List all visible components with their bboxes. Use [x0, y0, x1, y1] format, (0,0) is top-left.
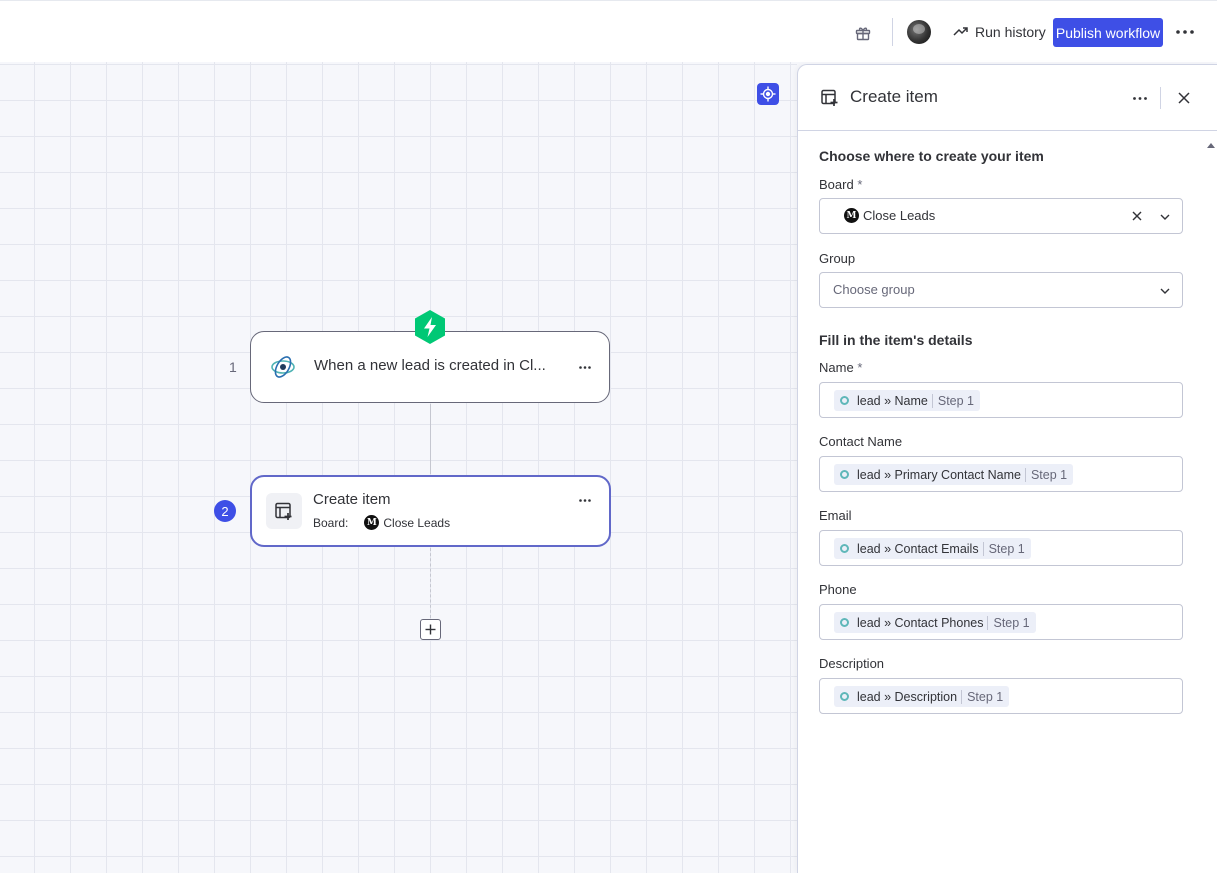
more-options-icon[interactable]: [1175, 22, 1195, 42]
contact-name-field[interactable]: lead » Primary Contact Name Step 1: [819, 456, 1183, 492]
add-step-button[interactable]: [420, 619, 441, 640]
publish-workflow-button[interactable]: Publish workflow: [1053, 18, 1163, 47]
board-logo-icon: M: [364, 515, 380, 530]
board-logo-icon: M: [844, 208, 859, 223]
group-select[interactable]: Choose group: [819, 272, 1183, 308]
trend-icon: [953, 24, 969, 40]
create-item-node[interactable]: Create item: [250, 475, 611, 547]
close-crm-icon: [840, 692, 849, 701]
create-item-panel: Create item Choose where to create your …: [797, 64, 1217, 873]
clear-icon[interactable]: [1130, 209, 1144, 223]
email-field-label: Email: [819, 508, 852, 523]
group-field-label: Group: [819, 251, 856, 266]
description-field[interactable]: lead » Description Step 1: [819, 678, 1183, 714]
trigger-node-title: When a new lead is created in Cl...: [314, 357, 546, 374]
variable-token[interactable]: lead » Primary Contact Name Step 1: [834, 464, 1074, 485]
create-item-icon: [820, 88, 840, 108]
name-field-label: Name *: [819, 360, 863, 375]
toolbar-divider: [892, 18, 893, 46]
group-select-placeholder: Choose group: [833, 282, 915, 297]
connector-line: [430, 404, 431, 474]
node-more-icon[interactable]: [576, 491, 594, 509]
workflow-canvas[interactable]: [0, 62, 797, 873]
email-field[interactable]: lead » Contact Emails Step 1: [819, 530, 1183, 566]
panel-more-icon[interactable]: [1130, 88, 1150, 108]
step-number-badge: 2: [214, 500, 236, 522]
step-number: 1: [229, 359, 237, 375]
variable-token[interactable]: lead » Contact Phones Step 1: [834, 612, 1036, 633]
top-bar: Run history Publish workflow: [0, 0, 1217, 62]
contact-name-field-label: Contact Name: [819, 434, 903, 449]
chevron-down-icon[interactable]: [1158, 284, 1172, 298]
variable-token[interactable]: lead » Description Step 1: [834, 686, 1010, 707]
board-field-label: Board *: [819, 177, 863, 192]
section-title-details: Fill in the item's details: [819, 332, 973, 348]
node-more-icon[interactable]: [576, 358, 594, 376]
run-history-label: Run history: [975, 24, 1046, 40]
board-value: Close Leads: [383, 515, 451, 530]
board-select-value: M Close Leads: [844, 208, 935, 223]
recenter-icon[interactable]: [757, 83, 779, 105]
description-field-label: Description: [819, 656, 885, 671]
trigger-bolt-icon: [413, 309, 447, 345]
close-crm-icon: [270, 354, 296, 380]
gift-icon[interactable]: [854, 24, 872, 42]
phone-field[interactable]: lead » Contact Phones Step 1: [819, 604, 1183, 640]
node-board-info: Board: M Close Leads: [313, 515, 450, 530]
connector-line-dashed: [430, 548, 431, 618]
close-icon[interactable]: [1174, 88, 1194, 108]
close-crm-icon: [840, 470, 849, 479]
scroll-up-arrow-icon[interactable]: [1207, 143, 1215, 148]
chevron-down-icon[interactable]: [1158, 210, 1172, 224]
create-item-node-title: Create item: [313, 491, 391, 508]
panel-header: Create item: [798, 65, 1217, 131]
variable-token[interactable]: lead » Contact Emails Step 1: [834, 538, 1031, 559]
close-crm-icon: [840, 396, 849, 405]
close-crm-icon: [840, 544, 849, 553]
header-divider: [1160, 87, 1161, 109]
variable-token[interactable]: lead » Name Step 1: [834, 390, 981, 411]
run-history-button[interactable]: Run history: [953, 21, 1046, 43]
phone-field-label: Phone: [819, 582, 857, 597]
board-label: Board:: [313, 515, 349, 530]
name-field[interactable]: lead » Name Step 1: [819, 382, 1183, 418]
section-title-location: Choose where to create your item: [819, 148, 1044, 164]
avatar[interactable]: [907, 20, 931, 44]
close-crm-icon: [840, 618, 849, 627]
create-item-icon: [266, 493, 302, 529]
panel-title: Create item: [850, 87, 938, 106]
board-select[interactable]: M Close Leads: [819, 198, 1183, 234]
